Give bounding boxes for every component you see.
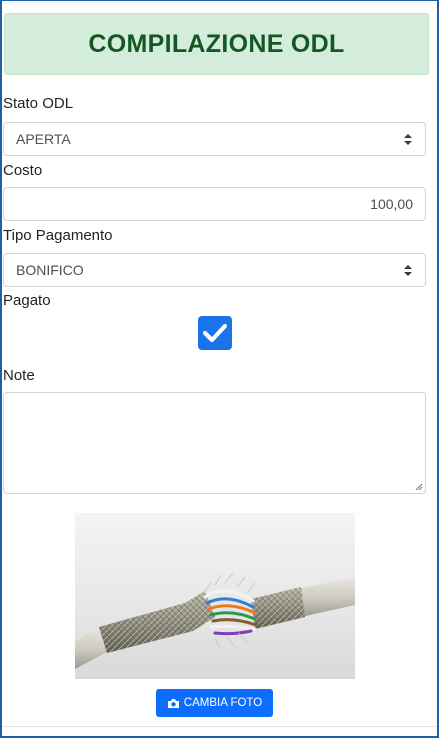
cambia-foto-button[interactable]: CAMBIA FOTO [156,689,273,717]
pagato-label: Pagato [3,292,51,309]
pagato-checkbox[interactable] [198,316,232,350]
check-icon [203,323,227,343]
costo-input[interactable]: 100,00 [3,187,426,221]
stato-odl-label: Stato ODL [3,95,74,112]
divider [2,726,437,727]
tipo-pagamento-label: Tipo Pagamento [3,227,113,244]
photo-preview [75,513,355,679]
stato-odl-value: APERTA [16,131,71,147]
costo-value: 100,00 [370,196,413,212]
camera-icon [167,698,179,708]
costo-label: Costo [3,162,43,179]
tipo-pagamento-select[interactable]: BONIFICO [3,253,426,287]
caret-updown-icon [399,264,417,276]
resize-grip-icon[interactable] [415,483,423,491]
caret-updown-icon [399,133,417,145]
note-label: Note [3,367,35,384]
page-header: COMPILAZIONE ODL [4,13,429,75]
page-title: COMPILAZIONE ODL [88,29,345,58]
note-textarea[interactable] [3,392,426,494]
stato-odl-select[interactable]: APERTA [3,122,426,156]
tipo-pagamento-value: BONIFICO [16,262,84,278]
cambia-foto-label: CAMBIA FOTO [183,697,263,709]
